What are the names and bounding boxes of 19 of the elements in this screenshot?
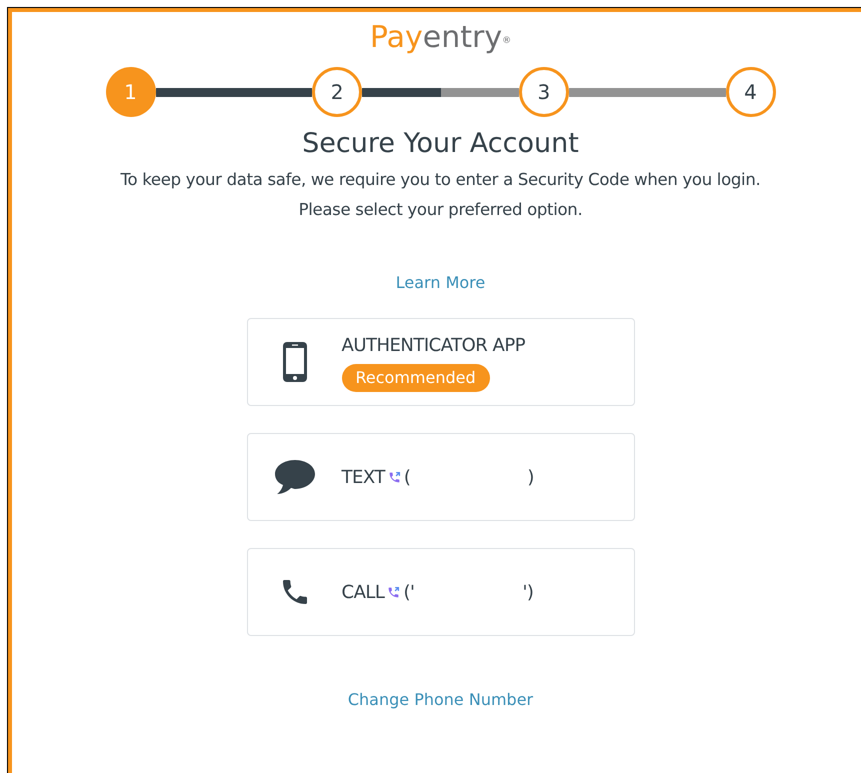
phone-call-icon [387, 586, 400, 598]
option-card[interactable]: AUTHENTICATOR APP Recommended [246, 318, 634, 406]
change-phone-link[interactable]: Change Phone Number [348, 688, 534, 712]
option-label: TEXT [342, 466, 385, 490]
smartphone-icon [282, 341, 308, 383]
option-label: CALL [342, 580, 384, 604]
option-label: AUTHENTICATOR APP [342, 334, 526, 358]
recommended-badge: Recommended [342, 364, 490, 392]
option-card[interactable]: TEXT ( ) [246, 433, 634, 521]
phone-number: ( ) [404, 466, 534, 490]
option-card[interactable]: CALL (' ') [246, 548, 634, 636]
description-text: To keep your data safe, we require you to enter a Security Code when you login. [120, 169, 760, 191]
phone-call-icon [388, 470, 401, 484]
speech-bubble-icon [274, 459, 316, 495]
payentry-logo: Payentry$^{®}$ [370, 19, 512, 57]
page-heading: Secure Your Account [302, 127, 579, 161]
learn-more-link[interactable]: Learn More [396, 271, 486, 295]
phone-number: (' ') [403, 580, 534, 604]
description-text: Please select your preferred option. [298, 199, 582, 221]
